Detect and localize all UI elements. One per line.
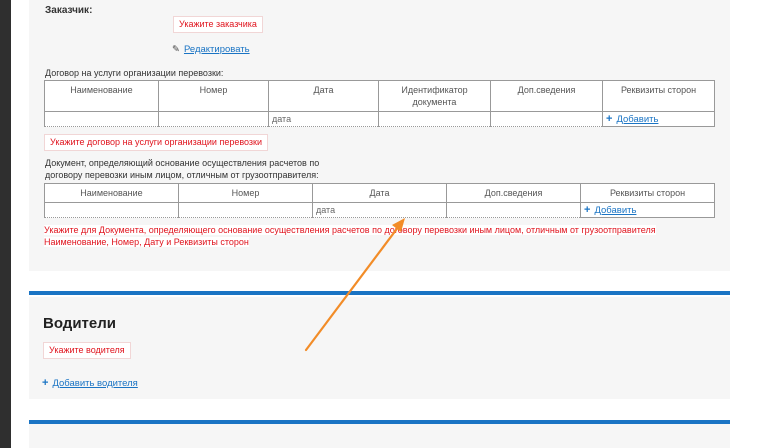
arrow-head	[392, 218, 405, 232]
annotation-arrow	[304, 218, 405, 352]
arrow-shaft	[304, 220, 404, 352]
